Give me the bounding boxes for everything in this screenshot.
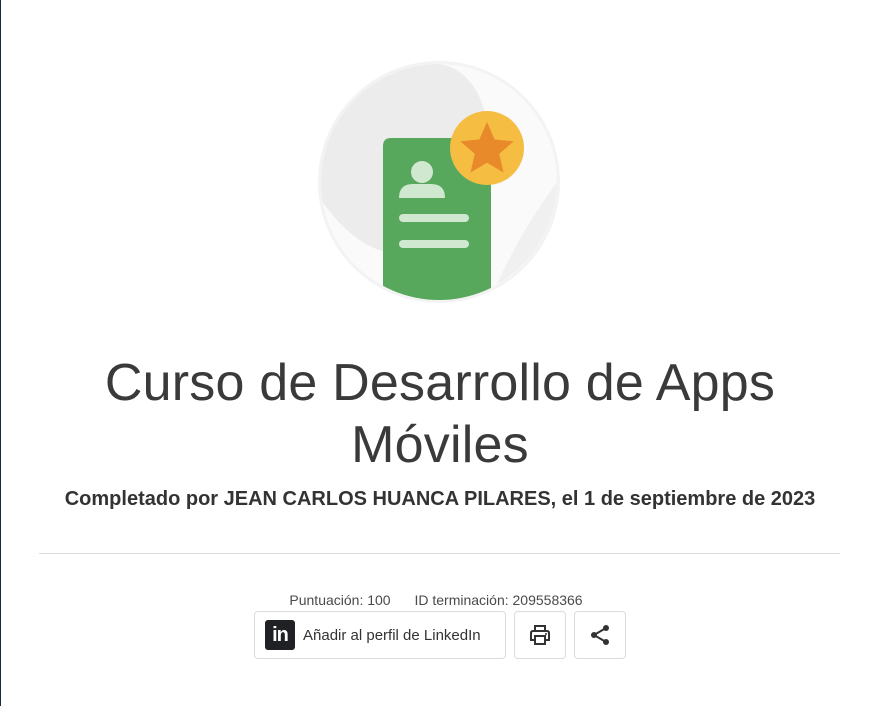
certificate-page: Curso de Desarrollo de Apps Móviles Comp… <box>0 0 870 706</box>
completion-meta: Puntuación: 100 ID terminación: 20955836… <box>1 591 870 609</box>
print-button[interactable] <box>514 611 566 659</box>
certificate-badge-icon <box>318 61 560 303</box>
share-button[interactable] <box>574 611 626 659</box>
completion-id-text: ID terminación: 209558366 <box>414 592 583 608</box>
completed-by-text: Completado por JEAN CARLOS HUANCA PILARE… <box>64 488 816 510</box>
course-title-line2: Móviles <box>351 416 529 474</box>
add-to-linkedin-label: Añadir al perfil de LinkedIn <box>303 626 481 644</box>
course-title: Curso de Desarrollo de Apps Móviles <box>41 352 839 476</box>
linkedin-icon: in <box>265 620 295 650</box>
course-title-line1: Curso de Desarrollo de Apps <box>104 354 776 412</box>
print-icon <box>530 625 550 645</box>
share-icon <box>591 625 609 645</box>
score-text: Puntuación: 100 <box>289 592 391 608</box>
add-to-linkedin-button[interactable]: in Añadir al perfil de LinkedIn <box>254 611 506 659</box>
divider <box>39 553 840 554</box>
action-bar: in Añadir al perfil de LinkedIn <box>254 611 626 659</box>
